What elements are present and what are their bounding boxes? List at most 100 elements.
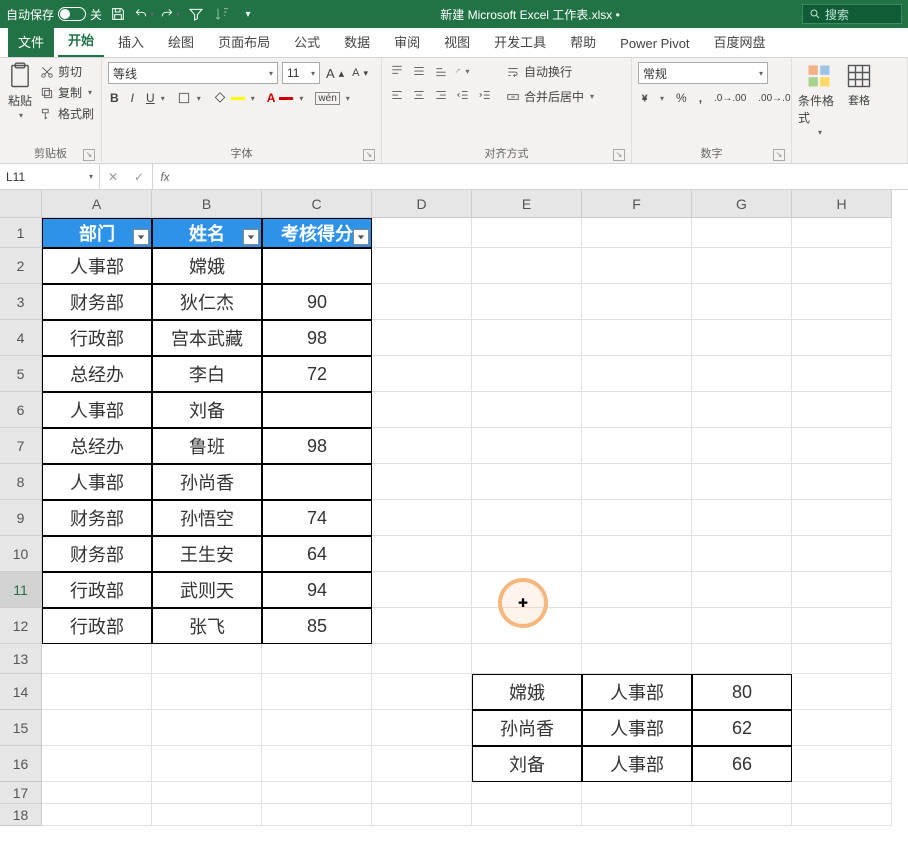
cell-C1[interactable]: 考核得分	[262, 218, 372, 248]
cancel-formula-icon[interactable]: ✕	[100, 170, 126, 184]
cell-B17[interactable]	[152, 782, 262, 804]
cell-F7[interactable]	[582, 428, 692, 464]
cell-G10[interactable]	[692, 536, 792, 572]
cell-B13[interactable]	[152, 644, 262, 674]
cell-H6[interactable]	[792, 392, 892, 428]
cell-A15[interactable]	[42, 710, 152, 746]
cell-A9[interactable]: 财务部	[42, 500, 152, 536]
phonetic-button[interactable]: wén▾	[313, 91, 351, 106]
cell-B1[interactable]: 姓名	[152, 218, 262, 248]
cell-G6[interactable]	[692, 392, 792, 428]
cell-D8[interactable]	[372, 464, 472, 500]
cell-E10[interactable]	[472, 536, 582, 572]
col-header-B[interactable]: B	[152, 190, 262, 218]
sort-icon[interactable]	[212, 4, 232, 24]
accounting-format-button[interactable]: ¥▾	[638, 90, 666, 106]
cell-B12[interactable]: 张飞	[152, 608, 262, 644]
cell-G2[interactable]	[692, 248, 792, 284]
cell-D16[interactable]	[372, 746, 472, 782]
cell-G7[interactable]	[692, 428, 792, 464]
cell-F16[interactable]: 人事部	[582, 746, 692, 782]
qat-customize-icon[interactable]: ▾	[238, 4, 258, 24]
cell-H17[interactable]	[792, 782, 892, 804]
cell-G12[interactable]	[692, 608, 792, 644]
cell-C3[interactable]: 90	[262, 284, 372, 320]
cell-E16[interactable]: 刘备	[472, 746, 582, 782]
cell-B18[interactable]	[152, 804, 262, 826]
decrease-decimal-button[interactable]: .00→.0	[756, 92, 792, 105]
fx-icon[interactable]: fx	[153, 164, 177, 189]
cell-A4[interactable]: 行政部	[42, 320, 152, 356]
increase-decimal-button[interactable]: .0→.00	[712, 92, 748, 105]
orientation-button[interactable]: ▾	[454, 62, 472, 80]
cell-D13[interactable]	[372, 644, 472, 674]
row-header-10[interactable]: 10	[0, 536, 42, 572]
cell-F17[interactable]	[582, 782, 692, 804]
row-header-13[interactable]: 13	[0, 644, 42, 674]
cell-B15[interactable]	[152, 710, 262, 746]
row-header-2[interactable]: 2	[0, 248, 42, 284]
cell-E5[interactable]	[472, 356, 582, 392]
number-dialog-launcher[interactable]: ↘	[773, 149, 785, 161]
col-header-G[interactable]: G	[692, 190, 792, 218]
cell-H2[interactable]	[792, 248, 892, 284]
toggle-switch[interactable]	[58, 7, 86, 21]
cell-A12[interactable]: 行政部	[42, 608, 152, 644]
redo-icon[interactable]: ▾	[160, 4, 180, 24]
cell-G1[interactable]	[692, 218, 792, 248]
comma-format-button[interactable]: ,	[697, 90, 704, 106]
cell-F12[interactable]	[582, 608, 692, 644]
cell-A2[interactable]: 人事部	[42, 248, 152, 284]
cell-H12[interactable]	[792, 608, 892, 644]
wrap-text-button[interactable]: 自动换行	[504, 62, 596, 81]
font-size-select[interactable]: 11▾	[282, 62, 320, 84]
cell-B4[interactable]: 宫本武藏	[152, 320, 262, 356]
cell-H13[interactable]	[792, 644, 892, 674]
align-bottom-button[interactable]	[432, 62, 450, 80]
cell-F10[interactable]	[582, 536, 692, 572]
cell-A11[interactable]: 行政部	[42, 572, 152, 608]
col-header-C[interactable]: C	[262, 190, 372, 218]
cell-D11[interactable]	[372, 572, 472, 608]
tab-百度网盘[interactable]: 百度网盘	[704, 26, 776, 57]
cell-A1[interactable]: 部门	[42, 218, 152, 248]
search-box[interactable]: 搜索	[802, 4, 902, 24]
col-header-D[interactable]: D	[372, 190, 472, 218]
row-header-7[interactable]: 7	[0, 428, 42, 464]
cell-C16[interactable]	[262, 746, 372, 782]
name-box[interactable]: L11▾	[0, 164, 100, 189]
format-painter-button[interactable]: 格式刷	[38, 104, 96, 123]
cell-D6[interactable]	[372, 392, 472, 428]
cell-C9[interactable]: 74	[262, 500, 372, 536]
cell-F13[interactable]	[582, 644, 692, 674]
cell-A16[interactable]	[42, 746, 152, 782]
cell-G15[interactable]: 62	[692, 710, 792, 746]
row-header-8[interactable]: 8	[0, 464, 42, 500]
cell-D5[interactable]	[372, 356, 472, 392]
cell-C5[interactable]: 72	[262, 356, 372, 392]
row-header-1[interactable]: 1	[0, 218, 42, 248]
cell-E6[interactable]	[472, 392, 582, 428]
autosave-toggle[interactable]: 自动保存 关	[6, 6, 102, 23]
cell-B8[interactable]: 孙尚香	[152, 464, 262, 500]
tab-公式[interactable]: 公式	[284, 26, 330, 57]
cell-F1[interactable]	[582, 218, 692, 248]
cell-B5[interactable]: 李白	[152, 356, 262, 392]
cell-C17[interactable]	[262, 782, 372, 804]
font-dialog-launcher[interactable]: ↘	[363, 149, 375, 161]
decrease-indent-button[interactable]	[454, 86, 472, 104]
border-button[interactable]: ▾	[175, 90, 203, 106]
tab-file[interactable]: 文件	[8, 26, 54, 57]
row-header-12[interactable]: 12	[0, 608, 42, 644]
cell-C4[interactable]: 98	[262, 320, 372, 356]
filter-button-B[interactable]	[243, 229, 259, 245]
cell-D7[interactable]	[372, 428, 472, 464]
cell-G4[interactable]	[692, 320, 792, 356]
row-header-14[interactable]: 14	[0, 674, 42, 710]
cell-F5[interactable]	[582, 356, 692, 392]
percent-format-button[interactable]: %	[674, 90, 689, 106]
increase-font-button[interactable]: A▴	[324, 65, 346, 82]
cell-C12[interactable]: 85	[262, 608, 372, 644]
cell-C13[interactable]	[262, 644, 372, 674]
cell-C10[interactable]: 64	[262, 536, 372, 572]
